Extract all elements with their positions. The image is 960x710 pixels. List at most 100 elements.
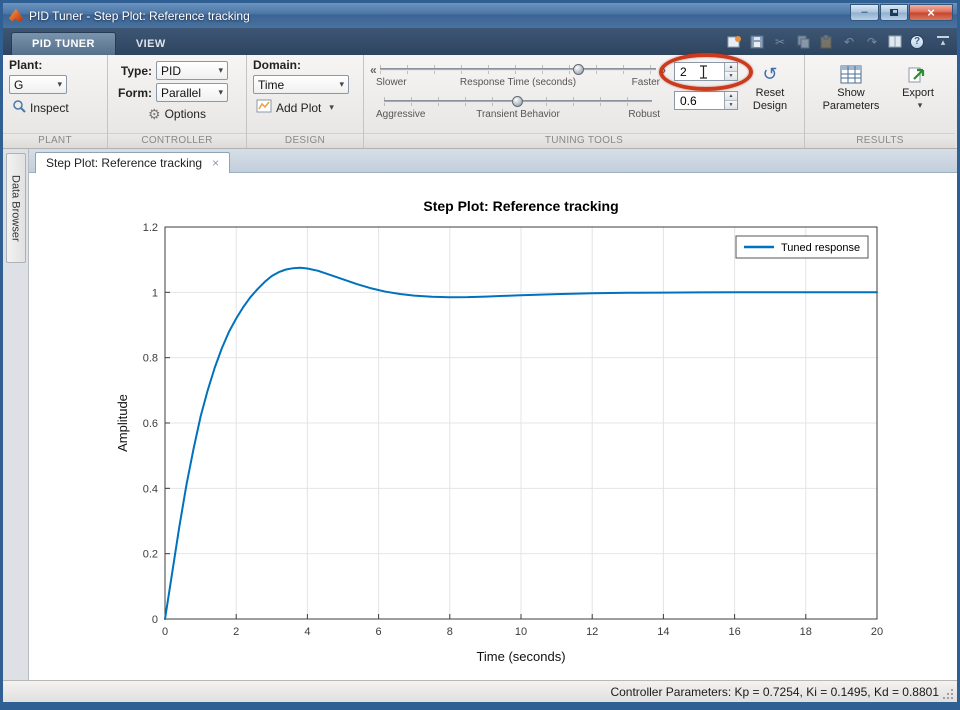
data-browser-strip: Data Browser — [3, 149, 29, 680]
slider-track — [379, 68, 657, 71]
options-button[interactable]: ⚙ Options — [145, 105, 209, 123]
data-browser-label: Data Browser — [9, 174, 22, 242]
tab-pid-tuner-label: PID TUNER — [32, 38, 95, 50]
tab-view-label: VIEW — [135, 37, 166, 50]
spinner-down-button[interactable]: ▼ — [725, 100, 737, 109]
minimize-icon: – — [861, 6, 868, 18]
svg-text:8: 8 — [447, 626, 453, 638]
svg-text:18: 18 — [800, 626, 812, 638]
section-plant: Plant: G ▾ Inspect PLANT — [3, 55, 107, 148]
transient-slider-thumb[interactable] — [512, 96, 523, 107]
transient-behavior-slider[interactable] — [384, 95, 652, 108]
type-dropdown[interactable]: PID ▾ — [156, 61, 228, 80]
svg-text:16: 16 — [728, 626, 740, 638]
svg-text:Tuned response: Tuned response — [781, 242, 860, 254]
maximize-button[interactable] — [880, 4, 908, 21]
transient-behavior-field[interactable]: 0.6 ▲ ▼ — [674, 91, 738, 110]
svg-text:0.6: 0.6 — [143, 418, 158, 430]
plot-canvas: 0 2 4 6 8 10 12 14 16 18 20 0 0.2 0.4 0.6 0.8 1 1.2 Step P… — [29, 173, 957, 680]
toolstrip-tab-row: PID TUNER VIEW ✂ ↶ ↷ ? ▴ — [3, 28, 957, 55]
reset-icon: ↺ — [762, 64, 778, 84]
slider1-left-label: Slower — [376, 77, 407, 88]
svg-text:Amplitude: Amplitude — [115, 394, 130, 452]
tab-close-icon[interactable]: × — [212, 157, 219, 169]
reset-design-button[interactable]: ↺ Reset Design — [744, 58, 796, 130]
section-label-design: DESIGN — [247, 133, 363, 148]
undo-icon[interactable]: ↶ — [841, 34, 857, 50]
chevron-down-icon: ▾ — [339, 79, 344, 89]
quick-access-toolbar: ✂ ↶ ↷ ? ▴ — [726, 28, 953, 55]
svg-text:6: 6 — [376, 626, 382, 638]
export-button[interactable]: Export ▾ — [891, 58, 945, 130]
step-plot-tab-label: Step Plot: Reference tracking — [46, 156, 203, 170]
cut-icon[interactable]: ✂ — [772, 34, 788, 50]
domain-label: Domain: — [253, 58, 301, 72]
inspect-button[interactable]: Inspect — [9, 97, 72, 118]
section-label-tuning-tools: TUNING TOOLS — [364, 133, 804, 148]
slider2-center-label: Transient Behavior — [476, 109, 560, 120]
svg-text:14: 14 — [657, 626, 669, 638]
title-bar[interactable]: PID Tuner - Step Plot: Reference trackin… — [3, 3, 957, 28]
document-area: Data Browser Step Plot: Reference tracki… — [3, 149, 957, 680]
type-dropdown-value: PID — [161, 63, 182, 78]
step-plot-tab[interactable]: Step Plot: Reference tracking × — [35, 152, 231, 173]
chevron-down-icon: ▾ — [218, 65, 223, 75]
paste-icon[interactable] — [818, 34, 834, 50]
minimize-button[interactable]: – — [850, 4, 879, 21]
save-icon[interactable] — [749, 34, 765, 50]
svg-text:10: 10 — [515, 626, 527, 638]
response-time-slider-thumb[interactable] — [572, 64, 584, 75]
spinner-up-button[interactable]: ▲ — [725, 92, 737, 100]
plant-dropdown[interactable]: G ▾ — [9, 75, 67, 94]
close-button[interactable]: × — [909, 4, 953, 21]
svg-text:0: 0 — [162, 626, 168, 638]
app-icon[interactable] — [9, 8, 23, 23]
svg-text:0.4: 0.4 — [143, 483, 158, 495]
section-tuning-tools: « » Slower Response Time (seconds) Faste… — [363, 53, 804, 148]
svg-text:1: 1 — [152, 287, 158, 299]
copy-icon[interactable] — [795, 34, 811, 50]
inspect-label: Inspect — [30, 100, 69, 115]
response-time-slider[interactable] — [379, 63, 657, 76]
chevron-down-icon: ▾ — [329, 102, 334, 112]
chevron-left-icon[interactable]: « — [370, 64, 377, 76]
form-dropdown[interactable]: Parallel ▾ — [156, 83, 228, 102]
chevron-down-icon: ▾ — [218, 87, 223, 97]
spinner-down-button[interactable]: ▼ — [725, 71, 737, 80]
add-plot-button[interactable]: Add Plot ▾ — [253, 97, 337, 118]
window-title: PID Tuner - Step Plot: Reference trackin… — [29, 8, 250, 23]
tab-view[interactable]: VIEW — [116, 32, 186, 55]
plant-dropdown-value: G — [14, 77, 24, 92]
export-icon — [907, 64, 929, 84]
resize-grip[interactable] — [951, 689, 953, 691]
magnifier-icon — [12, 99, 26, 116]
response-time-field[interactable]: 2 ▲ ▼ — [659, 53, 753, 91]
minimize-toolstrip-icon[interactable]: ▴ — [937, 36, 949, 47]
svg-text:4: 4 — [304, 626, 310, 638]
svg-text:0.8: 0.8 — [143, 353, 158, 365]
help-icon[interactable]: ? — [910, 34, 924, 49]
layout-icon[interactable] — [887, 34, 903, 50]
form-label: Form: — [118, 85, 152, 100]
show-parameters-button[interactable]: Show Parameters — [815, 58, 887, 130]
reset-design-label: Reset Design — [752, 87, 788, 113]
redo-icon[interactable]: ↷ — [864, 34, 880, 50]
plant-label: Plant: — [9, 58, 43, 72]
svg-text:12: 12 — [586, 626, 598, 638]
slider1-center-label: Response Time (seconds) — [459, 77, 577, 88]
svg-text:20: 20 — [871, 626, 883, 638]
chevron-right-icon[interactable]: » — [659, 64, 666, 76]
parameters-table-icon — [840, 64, 862, 84]
domain-dropdown[interactable]: Time ▾ — [253, 75, 349, 94]
add-plot-icon — [256, 99, 272, 116]
spinner-up-button[interactable]: ▲ — [725, 63, 737, 71]
section-label-results: RESULTS — [805, 133, 955, 148]
slider2-right-label: Robust — [628, 109, 660, 120]
new-figure-icon[interactable] — [726, 34, 742, 50]
tab-pid-tuner[interactable]: PID TUNER — [11, 32, 116, 55]
data-browser-tab[interactable]: Data Browser — [5, 153, 26, 263]
chevron-down-icon: ▾ — [57, 79, 62, 89]
chevron-down-icon: ▾ — [917, 100, 923, 111]
section-results: Show Parameters Export ▾ RESULTS — [804, 55, 955, 148]
gear-icon: ⚙ — [148, 106, 161, 122]
